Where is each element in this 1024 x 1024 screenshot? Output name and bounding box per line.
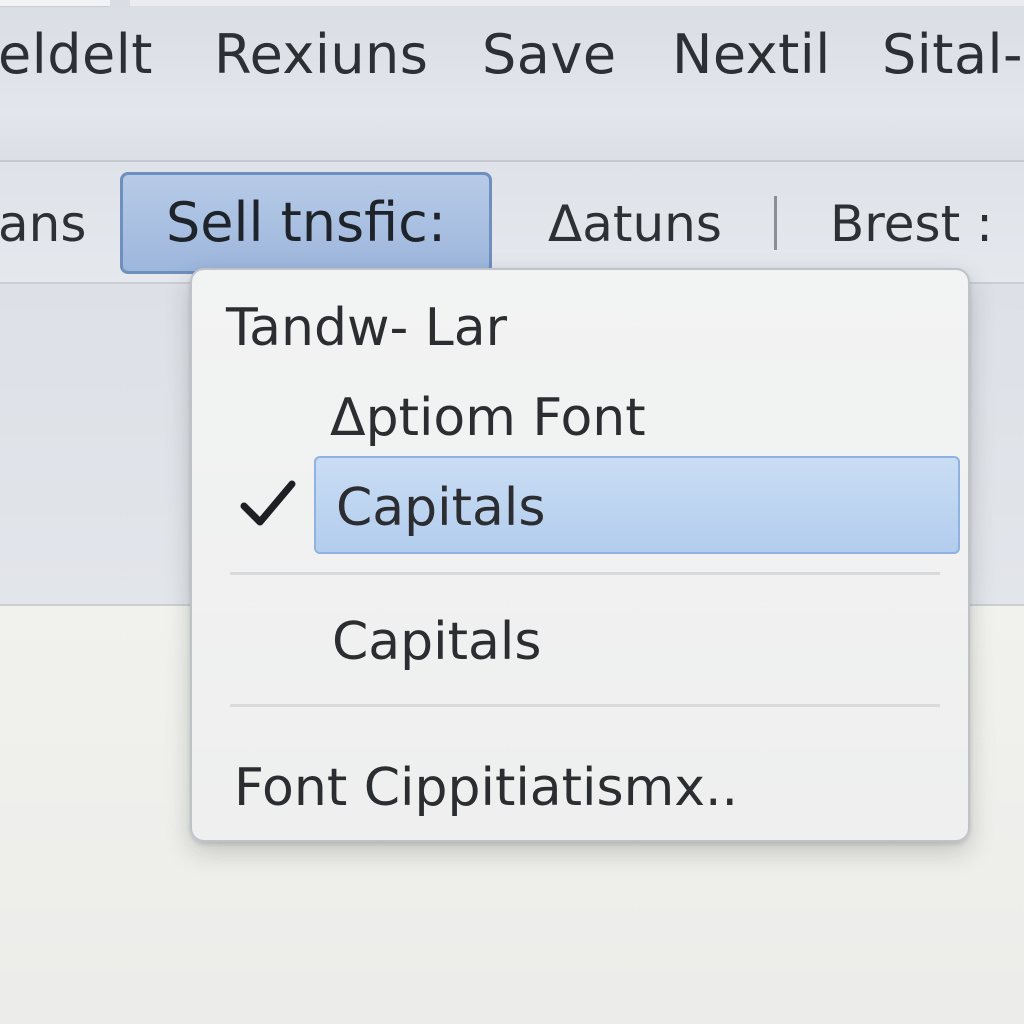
- menu-item-save[interactable]: Save: [482, 22, 617, 88]
- app-screen: eldelt Rexiuns Save Nextil Sital- ans Se…: [0, 0, 1024, 1024]
- tab-separator: [774, 196, 777, 250]
- menu-bar: eldelt Rexiuns Save Nextil Sital-: [0, 0, 1024, 162]
- dropdown-divider: [230, 704, 940, 707]
- menu-item-eldelt[interactable]: eldelt: [0, 22, 153, 88]
- window-edge-left: [0, 0, 110, 7]
- checkmark-icon: [240, 480, 296, 526]
- menu-item-sital[interactable]: Sital-: [882, 22, 1023, 88]
- dropdown-menu: Tandw- Lar Δptiom Font Capitals Capitals…: [190, 268, 970, 842]
- dropdown-item-font-options[interactable]: Font Cippitiatismx..: [234, 756, 738, 820]
- dropdown-header: Tandw- Lar: [226, 298, 508, 358]
- dropdown-item-option-font[interactable]: Δptiom Font: [330, 386, 646, 450]
- menu-item-nextil[interactable]: Nextil: [672, 22, 831, 88]
- tab-sell-tnsfic[interactable]: Sell tnsfic:: [120, 172, 492, 274]
- tab-ans[interactable]: ans: [0, 192, 86, 256]
- dropdown-divider: [230, 572, 940, 575]
- menu-item-rexiuns[interactable]: Rexiuns: [214, 22, 428, 88]
- tab-datuns[interactable]: Δatuns: [548, 192, 722, 256]
- tab-row: ans Sell tnsfic: Δatuns Brest :: [0, 162, 1024, 284]
- dropdown-item-capitals[interactable]: Capitals: [332, 610, 541, 674]
- window-edge: [130, 0, 1024, 6]
- tab-brest[interactable]: Brest :: [830, 192, 993, 256]
- dropdown-item-capitals-selected[interactable]: Capitals: [336, 476, 545, 540]
